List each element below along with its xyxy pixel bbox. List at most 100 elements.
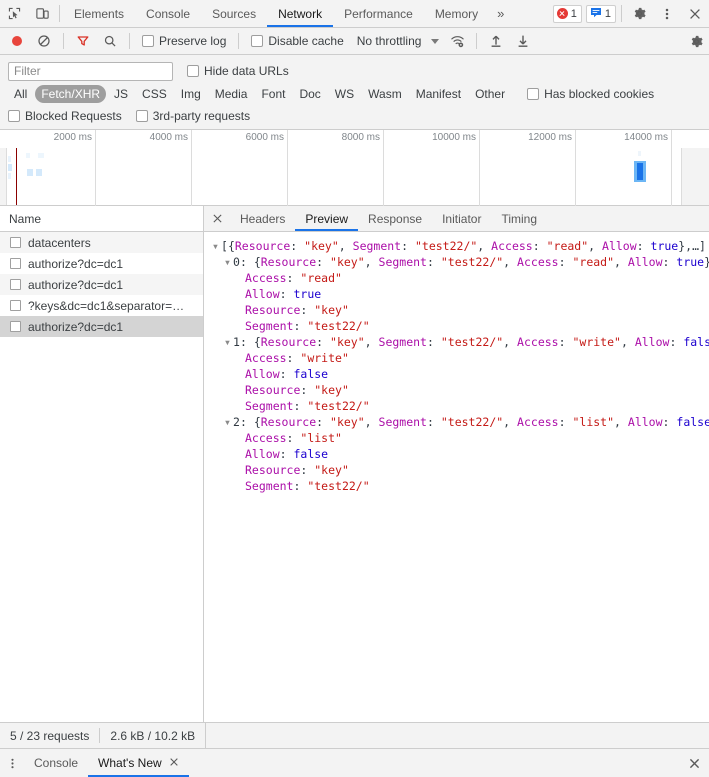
tab-headers-label: Headers [240,212,285,226]
disclosure-triangle-icon[interactable]: ▾ [212,238,221,254]
disclosure-triangle-icon[interactable]: ▾ [224,334,233,350]
device-toolbar-icon[interactable] [28,0,56,27]
type-filter-js[interactable]: JS [108,85,134,103]
upload-arrow-icon[interactable] [483,28,509,54]
type-filter-doc[interactable]: Doc [293,85,326,103]
tab-timing[interactable]: Timing [491,206,547,231]
network-filter-bar: Hide data URLs All Fetch/XHR JS CSS Img … [0,55,709,130]
error-badge-count: 1 [571,8,577,20]
type-filter-font[interactable]: Font [255,85,291,103]
json-preview-tree[interactable]: ▾[{Resource: "key", Segment: "test22/", … [204,232,709,722]
table-row[interactable]: ?keys&dc=dc1&separator=… [0,295,203,316]
json-boolean-value: false [683,335,709,349]
table-row[interactable]: authorize?dc=dc1 [0,274,203,295]
clear-circle-slash-icon[interactable] [31,28,57,54]
request-list[interactable]: datacenters authorize?dc=dc1 authorize?d… [0,232,203,722]
json-string-value: "key" [314,383,349,397]
timeline-left-gutter[interactable] [0,148,7,205]
tab-memory[interactable]: Memory [424,0,489,27]
table-row[interactable]: authorize?dc=dc1 [0,253,203,274]
request-type-icon [10,279,21,290]
has-blocked-cookies-label: Has blocked cookies [544,87,654,101]
json-key: Allow [628,255,663,269]
record-circle-icon[interactable] [4,28,30,54]
more-vertical-icon[interactable] [653,0,681,27]
table-row-selected[interactable]: authorize?dc=dc1 [0,316,203,337]
type-filter-manifest[interactable]: Manifest [410,85,467,103]
timeline-tick-14000: 14000 ms [576,132,668,143]
json-tree-node-expanded[interactable]: ▾2: {Resource: "key", Segment: "test22/"… [212,414,709,430]
type-filter-all[interactable]: All [8,85,33,103]
type-filter-other[interactable]: Other [469,85,511,103]
drawer-spacer [189,749,679,777]
disclosure-triangle-icon[interactable]: ▾ [224,254,233,270]
tab-network[interactable]: Network [267,0,333,27]
toolbar-divider-3 [238,33,239,49]
json-tree-node-expanded[interactable]: ▾0: {Resource: "key", Segment: "test22/"… [212,254,709,270]
table-row[interactable]: datacenters [0,232,203,253]
timeline-right-gutter[interactable] [681,148,709,205]
type-filter-fetch-xhr[interactable]: Fetch/XHR [35,85,106,103]
disable-cache-checkbox[interactable]: Disable cache [245,34,349,48]
download-arrow-icon[interactable] [510,28,536,54]
filter-funnel-icon[interactable] [70,28,96,54]
message-badge[interactable]: 1 [586,5,616,23]
json-key: Resource [261,255,316,269]
drawer-tab-whats-new[interactable]: What's New [88,749,189,777]
request-list-header[interactable]: Name [0,206,203,232]
preserve-log-checkbox[interactable]: Preserve log [136,34,232,48]
json-tree-leaf: Resource: "key" [212,462,709,478]
has-blocked-cookies-checkbox[interactable]: Has blocked cookies [513,87,660,101]
wifi-gear-icon[interactable] [444,28,470,54]
type-filter-ws[interactable]: WS [329,85,360,103]
drawer-close-icon[interactable] [679,749,709,777]
type-filter-media[interactable]: Media [209,85,254,103]
network-overview-timeline[interactable]: 2000 ms 4000 ms 6000 ms 8000 ms 10000 ms… [0,130,709,206]
hide-data-urls-label: Hide data URLs [204,64,289,78]
disclosure-triangle-icon[interactable]: ▾ [224,414,233,430]
json-key: Access [517,255,559,269]
more-tabs-label: » [497,6,504,21]
timeline-selected-bar [637,163,643,180]
tab-preview[interactable]: Preview [295,206,358,231]
json-key: Resource [245,303,300,317]
third-party-requests-label: 3rd-party requests [153,109,250,123]
tab-elements[interactable]: Elements [63,0,135,27]
blocked-requests-checkbox[interactable]: Blocked Requests [8,109,128,123]
inspect-cursor-icon[interactable] [0,0,28,27]
tab-response[interactable]: Response [358,206,432,231]
drawer-tab-console[interactable]: Console [24,749,88,777]
json-key: Resource [261,415,316,429]
close-detail-icon[interactable] [204,206,230,231]
drawer-more-vertical-icon[interactable] [0,749,24,777]
hide-data-urls-checkbox[interactable]: Hide data URLs [187,64,295,78]
gear-icon[interactable] [625,0,653,27]
type-filter-css[interactable]: CSS [136,85,173,103]
throttling-dropdown[interactable]: No throttling [351,34,444,48]
json-tree-node-expanded[interactable]: ▾1: {Resource: "key", Segment: "test22/"… [212,334,709,350]
more-tabs-button[interactable]: » [489,0,512,27]
tab-initiator[interactable]: Initiator [432,206,491,231]
request-name: ?keys&dc=dc1&separator=… [28,299,184,313]
tab-headers[interactable]: Headers [230,206,295,231]
close-icon[interactable] [681,0,709,27]
search-icon[interactable] [97,28,123,54]
json-string-value: "key" [330,415,365,429]
type-filter-img[interactable]: Img [175,85,207,103]
tab-sources[interactable]: Sources [201,0,267,27]
tab-memory-label: Memory [435,7,478,21]
json-key: Allow [245,287,280,301]
type-filter-wasm[interactable]: Wasm [362,85,408,103]
json-tree-leaf: Segment: "test22/" [212,398,709,414]
error-badge[interactable]: 1 [553,5,582,23]
tab-console[interactable]: Console [135,0,201,27]
network-settings-gear-icon[interactable] [683,28,709,54]
json-tree-leaf: Resource: "key" [212,302,709,318]
tabbar-spacer [512,0,552,27]
filter-input[interactable] [8,62,173,81]
json-tree-node-expanded[interactable]: ▾[{Resource: "key", Segment: "test22/", … [212,238,709,254]
third-party-requests-checkbox[interactable]: 3rd-party requests [136,109,256,123]
tab-performance[interactable]: Performance [333,0,424,27]
drawer-tab-close-icon[interactable] [169,756,179,770]
json-string-value: "test22/" [441,255,503,269]
